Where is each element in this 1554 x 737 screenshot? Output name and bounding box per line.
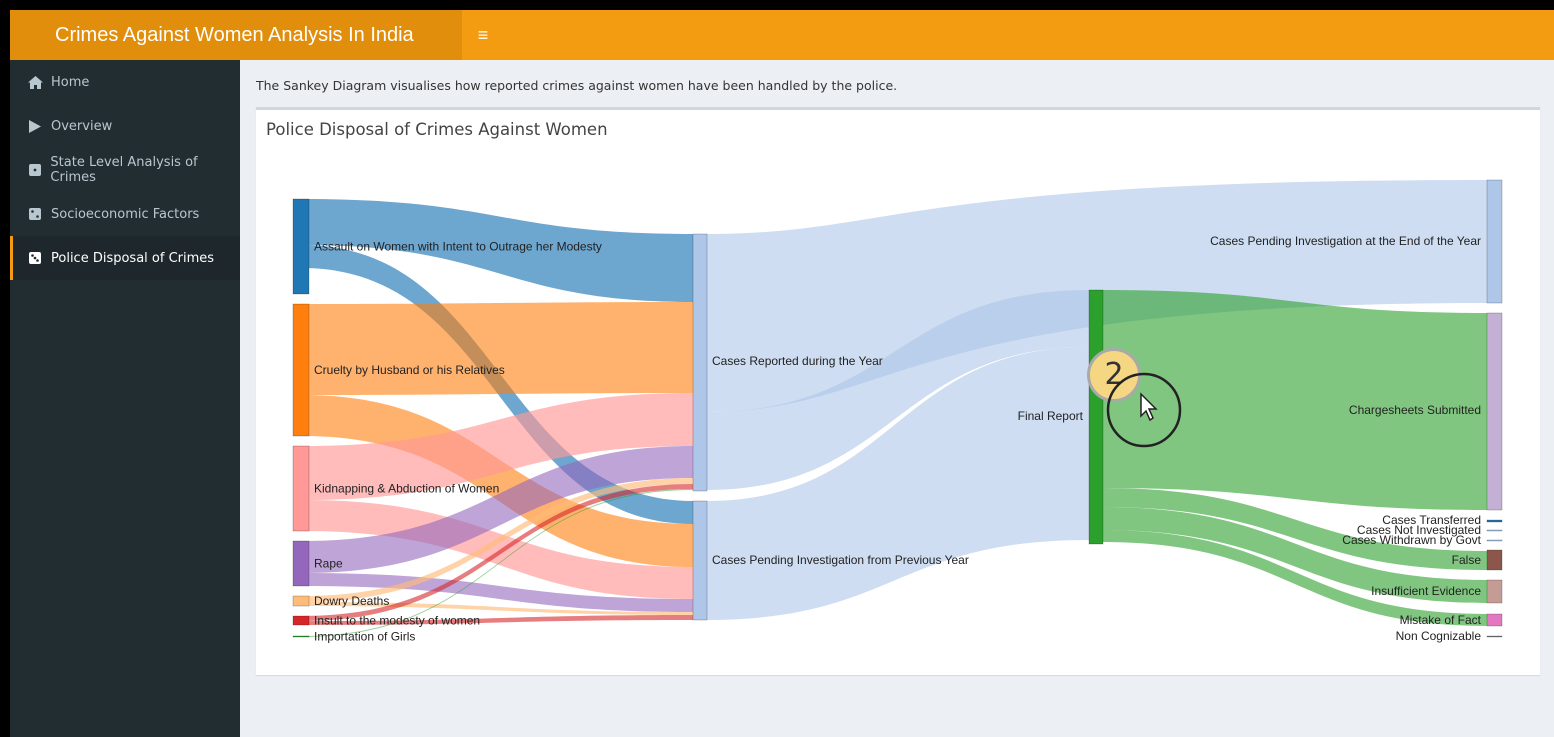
sankey-node-dowry-deaths[interactable] (292, 595, 310, 607)
sankey-label-kidnapping-abduction-of-women: Kidnapping & Abduction of Women (314, 482, 499, 496)
sankey-node-kidnapping-abduction-of-women[interactable] (292, 445, 310, 532)
sankey-label-rape: Rape (314, 557, 343, 571)
sankey-node-chargesheets-submitted[interactable] (1486, 312, 1503, 511)
sankey-label-mistake-of-fact: Mistake of Fact (1400, 613, 1482, 627)
sankey-node-final-report[interactable] (1088, 289, 1104, 545)
sankey-node-cases-transferred[interactable] (1486, 519, 1503, 523)
sankey-node-importation-of-girls[interactable] (292, 635, 310, 638)
sankey-label-cases-pending-investigation-from-previous-year: Cases Pending Investigation from Previou… (712, 553, 969, 567)
sankey-node-false[interactable] (1486, 549, 1503, 571)
sankey-node-mistake-of-fact[interactable] (1486, 613, 1503, 627)
sankey-node-non-cognizable[interactable] (1486, 635, 1503, 638)
sankey-node-cases-reported-during-the-year[interactable] (692, 233, 708, 492)
sankey-node-assault-on-women-with-intent-to-outrage-her-modesty[interactable] (292, 198, 310, 295)
sankey-node-cases-pending-investigation-at-the-end-of-the-year[interactable] (1486, 179, 1503, 304)
sankey-label-false: False (1452, 553, 1482, 567)
sankey-label-non-cognizable: Non Cognizable (1396, 629, 1482, 643)
sankey-label-assault-on-women-with-intent-to-outrage-her-modesty: Assault on Women with Intent to Outrage … (314, 240, 602, 254)
sankey-node-insult-to-the-modesty-of-women[interactable] (292, 615, 310, 626)
sankey-node-cases-pending-investigation-from-previous-year[interactable] (692, 500, 708, 621)
sankey-node-cruelty-by-husband-or-his-relatives[interactable] (292, 303, 310, 437)
mouse-pointer-icon (1106, 372, 1182, 448)
sankey-label-cases-withdrawn-by-govt: Cases Withdrawn by Govt (1342, 533, 1481, 547)
sankey-node-rape[interactable] (292, 540, 310, 587)
sankey-link (302, 302, 693, 395)
sankey-label-insult-to-the-modesty-of-women: Insult to the modesty of women (314, 614, 480, 628)
sankey-label-cruelty-by-husband-or-his-relatives: Cruelty by Husband or his Relatives (314, 363, 505, 377)
sankey-diagram[interactable]: Assault on Women with Intent to Outrage … (10, 10, 1554, 737)
sankey-label-final-report: Final Report (1018, 409, 1084, 423)
app-window: Crimes Against Women Analysis In India ≡… (10, 10, 1554, 737)
sankey-node-insufficient-evidence[interactable] (1486, 579, 1503, 604)
sankey-label-cases-pending-investigation-at-the-end-of-the-year: Cases Pending Investigation at the End o… (1210, 234, 1481, 248)
sankey-label-dowry-deaths: Dowry Deaths (314, 594, 389, 608)
sankey-node-cases-not-investigated[interactable] (1486, 529, 1503, 532)
sankey-label-insufficient-evidence: Insufficient Evidence (1371, 584, 1481, 598)
sankey-label-chargesheets-submitted: Chargesheets Submitted (1349, 403, 1481, 417)
sankey-label-cases-reported-during-the-year: Cases Reported during the Year (712, 354, 883, 368)
sankey-node-cases-withdrawn-by-govt[interactable] (1486, 539, 1503, 542)
sankey-label-importation-of-girls: Importation of Girls (314, 630, 415, 644)
